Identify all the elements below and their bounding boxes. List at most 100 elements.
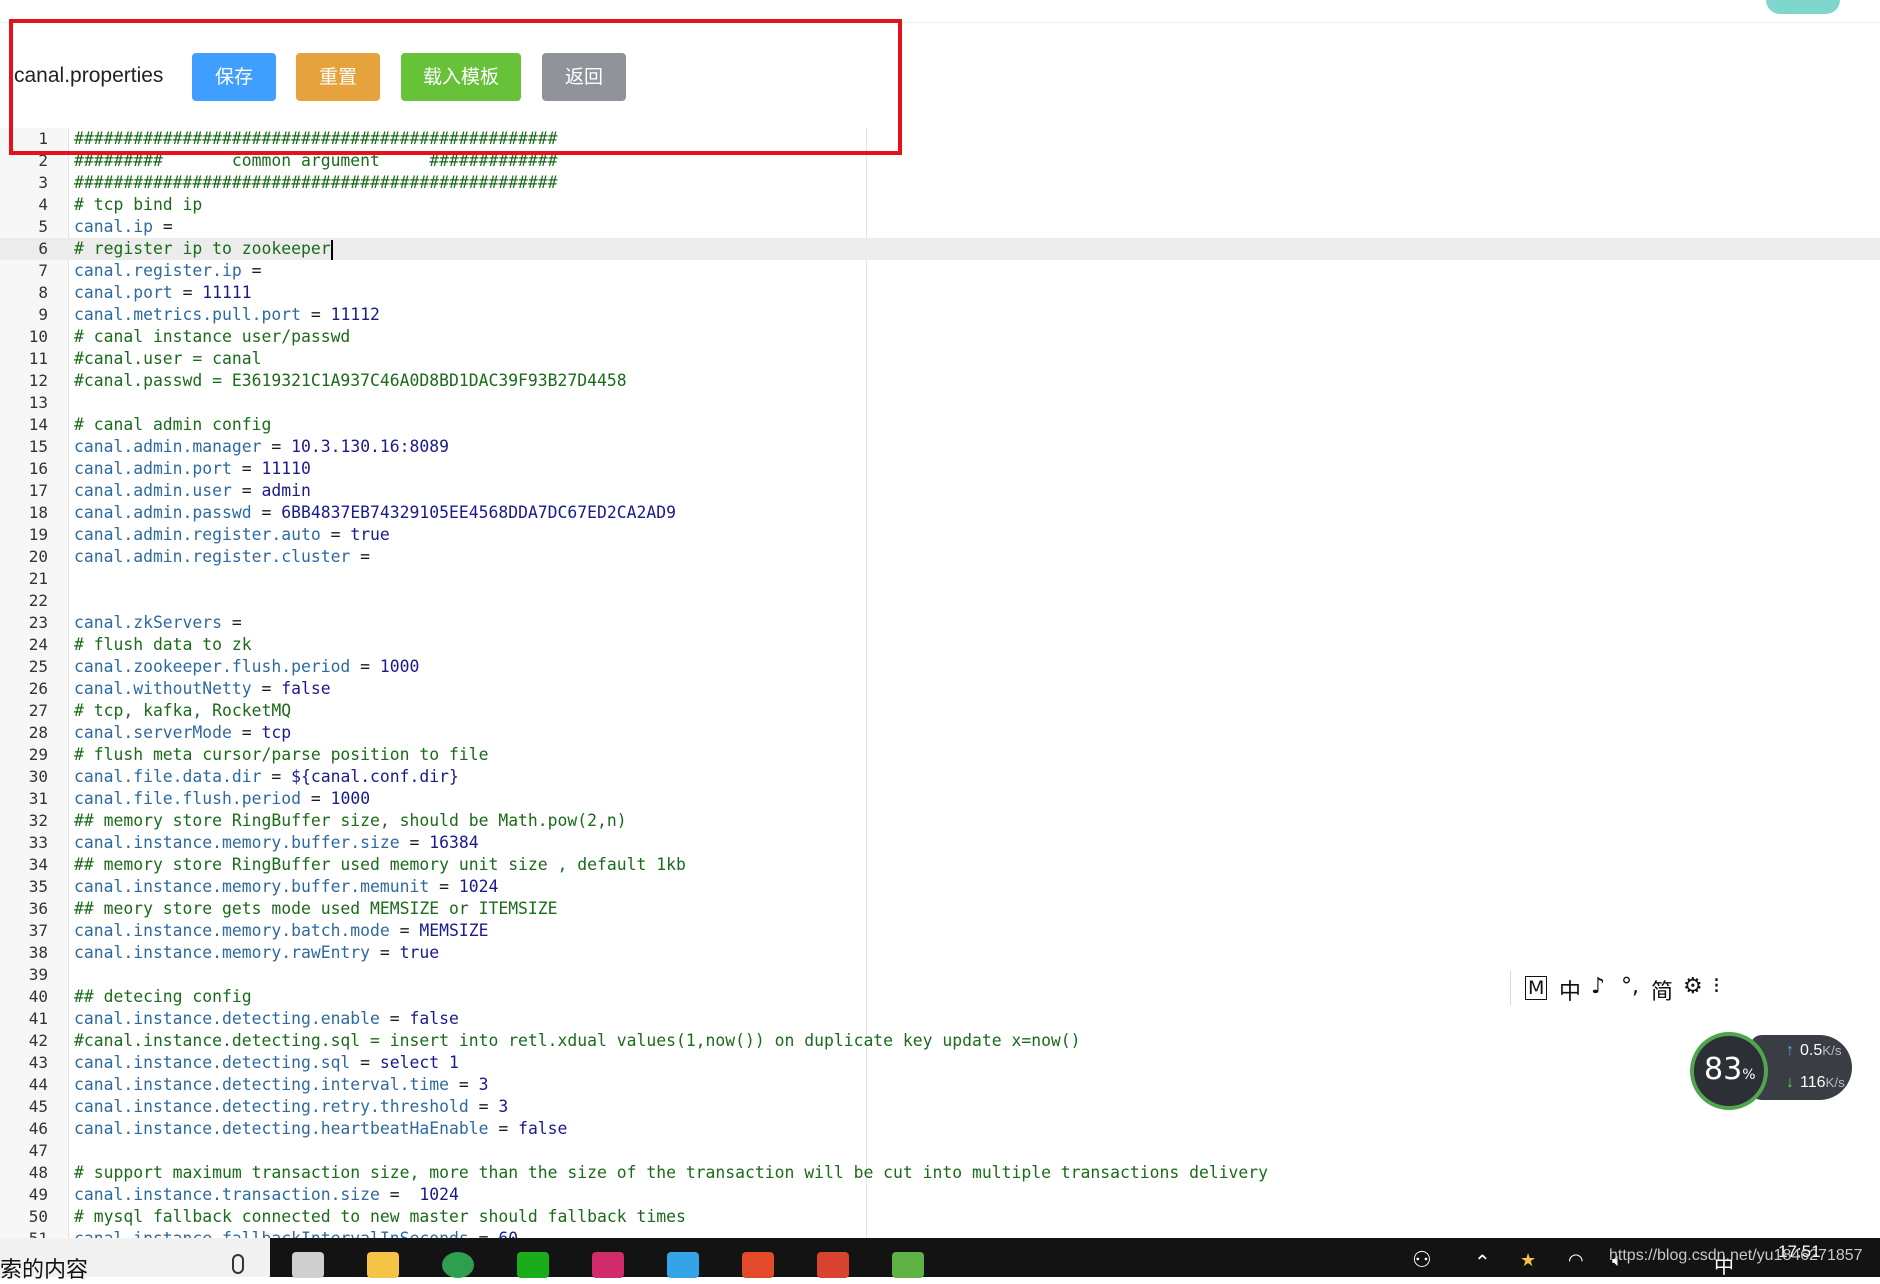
ime-moon-icon[interactable]: ♪	[1591, 974, 1605, 999]
code-line[interactable]: 8 canal.port = 11111	[0, 282, 1880, 304]
ime-toolbar[interactable]: M 中 ♪ °, 简 ⚙ ⁝	[1510, 971, 1735, 1005]
code-line[interactable]: 2 ######### common argument #############	[0, 150, 1880, 172]
line-number: 37	[28, 921, 48, 940]
line-number: 33	[28, 833, 48, 852]
code-line[interactable]: 28 canal.serverMode = tcp	[0, 722, 1880, 744]
code-line[interactable]: 38 canal.instance.memory.rawEntry = true	[0, 942, 1880, 964]
line-text: #canal.instance.detecting.sql = insert i…	[74, 1031, 1081, 1050]
line-text: # tcp, kafka, RocketMQ	[74, 701, 292, 720]
code-line[interactable]: 32 ## memory store RingBuffer size, shoul…	[0, 810, 1880, 832]
code-line[interactable]: 29 # flush meta cursor/parse position to …	[0, 744, 1880, 766]
line-text: ## meory store gets mode used MEMSIZE or…	[74, 899, 558, 918]
line-text: # canal instance user/passwd	[74, 327, 351, 346]
code-line[interactable]: 6 # register ip to zookeeper	[0, 238, 1880, 260]
code-line[interactable]: 27 # tcp, kafka, RocketMQ	[0, 700, 1880, 722]
code-line[interactable]: 48 # support maximum transaction size, mo…	[0, 1162, 1880, 1184]
code-line[interactable]: 9 canal.metrics.pull.port = 11112	[0, 304, 1880, 326]
code-line[interactable]: 7 canal.register.ip =	[0, 260, 1880, 282]
code-line[interactable]: 43 canal.instance.detecting.sql = select …	[0, 1052, 1880, 1074]
code-line[interactable]: 34 ## memory store RingBuffer used memory…	[0, 854, 1880, 876]
code-editor[interactable]: 1 #######################################…	[0, 128, 1880, 1238]
code-line[interactable]: 50 # mysql fallback connected to new mast…	[0, 1206, 1880, 1228]
code-line[interactable]: 47	[0, 1140, 1880, 1162]
task-view-icon[interactable]	[292, 1252, 324, 1278]
ime-settings-icon[interactable]: ⚙	[1683, 974, 1703, 999]
chrome-icon[interactable]	[442, 1252, 474, 1278]
line-text: canal.instance.detecting.retry.threshold…	[74, 1097, 509, 1116]
code-line[interactable]: 19 canal.admin.register.auto = true	[0, 524, 1880, 546]
code-line[interactable]: 22	[0, 590, 1880, 612]
code-line[interactable]: 4 # tcp bind ip	[0, 194, 1880, 216]
download-speed: ↓ 116K/s	[1786, 1074, 1845, 1091]
code-line[interactable]: 5 canal.ip =	[0, 216, 1880, 238]
taskbar-search-box[interactable]: 索的内容	[0, 1238, 270, 1283]
line-number: 40	[28, 987, 48, 1006]
code-line[interactable]: 15 canal.admin.manager = 10.3.130.16:8089	[0, 436, 1880, 458]
notepad-icon[interactable]	[892, 1252, 924, 1278]
save-button[interactable]: 保存	[192, 53, 276, 101]
code-line[interactable]: 20 canal.admin.register.cluster =	[0, 546, 1880, 568]
code-line[interactable]: 11 #canal.user = canal	[0, 348, 1880, 370]
line-number: 22	[28, 591, 48, 610]
code-line[interactable]: 16 canal.admin.port = 11110	[0, 458, 1880, 480]
app-icon-3[interactable]	[817, 1252, 849, 1278]
line-number: 1	[38, 129, 48, 148]
code-line[interactable]: 1 #######################################…	[0, 128, 1880, 150]
line-text: canal.instance.memory.batch.mode = MEMSI…	[74, 921, 489, 940]
code-line[interactable]: 45 canal.instance.detecting.retry.thresho…	[0, 1096, 1880, 1118]
code-line[interactable]: 49 canal.instance.transaction.size = 1024	[0, 1184, 1880, 1206]
load-template-button[interactable]: 载入模板	[401, 53, 521, 101]
line-text: canal.instance.detecting.enable = false	[74, 1009, 459, 1028]
code-line[interactable]: 35 canal.instance.memory.buffer.memunit =…	[0, 876, 1880, 898]
code-line[interactable]: 17 canal.admin.user = admin	[0, 480, 1880, 502]
code-line[interactable]: 31 canal.file.flush.period = 1000	[0, 788, 1880, 810]
network-speed-widget[interactable]: 83% ↑ 0.5K/s ↓ 116K/s	[1690, 1032, 1860, 1110]
network-icon[interactable]: ◠	[1568, 1250, 1584, 1271]
tray-expand-icon[interactable]: ⌃	[1474, 1250, 1491, 1274]
reset-button[interactable]: 重置	[296, 53, 380, 101]
code-line[interactable]: 12 #canal.passwd = E3619321C1A937C46A0D8B…	[0, 370, 1880, 392]
code-line[interactable]: 36 ## meory store gets mode used MEMSIZE …	[0, 898, 1880, 920]
code-line[interactable]: 13	[0, 392, 1880, 414]
code-line[interactable]: 3 #######################################…	[0, 172, 1880, 194]
ime-chinese-toggle[interactable]: 中	[1559, 974, 1581, 1006]
line-number: 30	[28, 767, 48, 786]
file-explorer-icon[interactable]	[367, 1252, 399, 1278]
code-line[interactable]: 14 # canal admin config	[0, 414, 1880, 436]
wechat-icon[interactable]	[517, 1252, 549, 1278]
code-line[interactable]: 41 canal.instance.detecting.enable = fals…	[0, 1008, 1880, 1030]
top-right-badge[interactable]	[1766, 0, 1840, 14]
line-number: 47	[28, 1141, 48, 1160]
code-line[interactable]: 42 #canal.instance.detecting.sql = insert…	[0, 1030, 1880, 1052]
code-line[interactable]: 51 canal.instance.fallbackIntervalInSecon…	[0, 1228, 1880, 1238]
ime-mode-icon[interactable]: M	[1525, 976, 1548, 1000]
microphone-icon[interactable]	[232, 1254, 244, 1274]
app-icon-2[interactable]	[742, 1252, 774, 1278]
line-text: ######### common argument #############	[74, 151, 558, 170]
line-text: ########################################…	[74, 129, 558, 148]
ime-punctuation-icon[interactable]: °,	[1621, 974, 1639, 999]
code-line[interactable]: 37 canal.instance.memory.batch.mode = MEM…	[0, 920, 1880, 942]
code-line[interactable]: 21	[0, 568, 1880, 590]
code-line[interactable]: 18 canal.admin.passwd = 6BB4837EB74329105…	[0, 502, 1880, 524]
code-line[interactable]: 24 # flush data to zk	[0, 634, 1880, 656]
line-text: ## detecing config	[74, 987, 252, 1006]
code-line[interactable]: 10 # canal instance user/passwd	[0, 326, 1880, 348]
code-line[interactable]: 33 canal.instance.memory.buffer.size = 16…	[0, 832, 1880, 854]
app-icon[interactable]	[667, 1252, 699, 1278]
code-line[interactable]: 46 canal.instance.detecting.heartbeatHaEn…	[0, 1118, 1880, 1140]
people-icon[interactable]: ⚇	[1412, 1248, 1432, 1273]
code-line[interactable]: 26 canal.withoutNetty = false	[0, 678, 1880, 700]
tray-app-icon[interactable]: ★	[1520, 1250, 1536, 1271]
line-number: 51	[0, 1228, 48, 1238]
ime-more-icon[interactable]: ⁝	[1713, 974, 1720, 999]
code-line[interactable]: 25 canal.zookeeper.flush.period = 1000	[0, 656, 1880, 678]
code-line[interactable]: 44 canal.instance.detecting.interval.time…	[0, 1074, 1880, 1096]
back-button[interactable]: 返回	[542, 53, 626, 101]
intellij-icon[interactable]	[592, 1252, 624, 1278]
code-line[interactable]: 30 canal.file.data.dir = ${canal.conf.dir…	[0, 766, 1880, 788]
code-line[interactable]: 23 canal.zkServers =	[0, 612, 1880, 634]
code-lines[interactable]: 1 #######################################…	[0, 128, 1880, 1238]
ime-simplified-toggle[interactable]: 简	[1651, 974, 1673, 1006]
line-text: canal.zookeeper.flush.period = 1000	[74, 657, 420, 676]
